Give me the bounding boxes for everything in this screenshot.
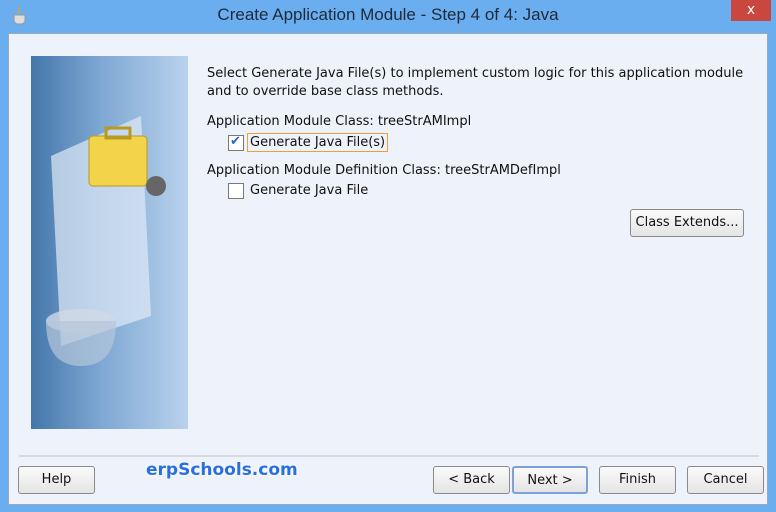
cancel-button[interactable]: Cancel (687, 466, 764, 494)
watermark: erpSchools.com (146, 460, 298, 480)
class-extends-button[interactable]: Class Extends... (630, 209, 744, 237)
back-button[interactable]: < Back (433, 466, 510, 494)
am-class-label: Application Module Class: treeStrAMImpl (207, 114, 472, 129)
am-def-class-label: Application Module Definition Class: tre… (207, 163, 561, 178)
generate-am-java-label[interactable]: Generate Java File(s) (247, 133, 389, 152)
generate-am-def-java-checkbox[interactable] (228, 183, 244, 199)
next-button[interactable]: Next > (512, 466, 588, 494)
wizard-side-image (31, 56, 188, 429)
dialog-body: Select Generate Java File(s) to implemen… (8, 33, 768, 505)
intro-text: Select Generate Java File(s) to implemen… (207, 66, 744, 99)
separator (19, 455, 759, 457)
title-bar[interactable]: Create Application Module - Step 4 of 4:… (0, 0, 776, 33)
help-button[interactable]: Help (18, 466, 95, 494)
generate-am-def-java-label[interactable]: Generate Java File (250, 183, 368, 198)
generate-am-java-checkbox[interactable] (228, 134, 244, 151)
window-title: Create Application Module - Step 4 of 4:… (217, 5, 559, 24)
close-button[interactable]: x (731, 0, 771, 21)
finish-button[interactable]: Finish (599, 466, 676, 494)
